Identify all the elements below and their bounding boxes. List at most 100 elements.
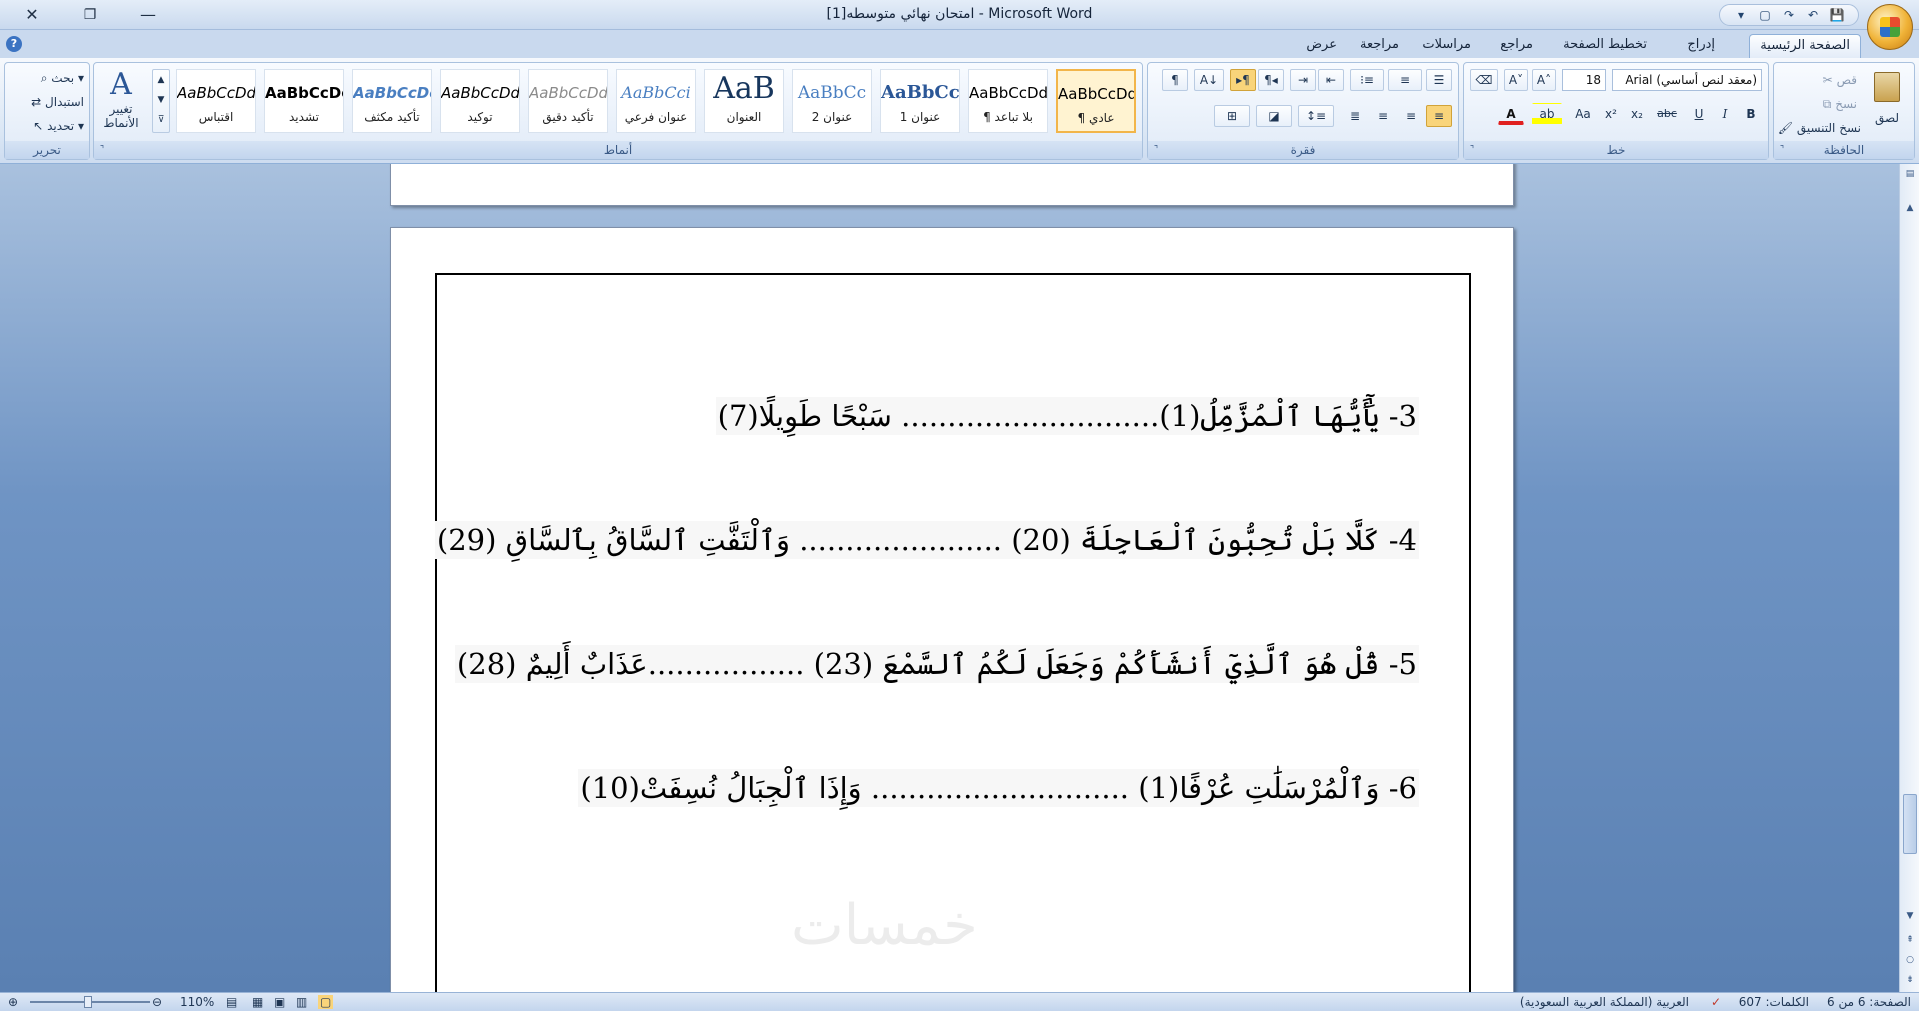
italic-button[interactable]: I xyxy=(1714,103,1736,125)
cut-icon: ✂ xyxy=(1822,73,1833,87)
align-left-button[interactable]: ≡ xyxy=(1370,105,1396,127)
document-line-3[interactable]: 3- يَٰٓأَيُّهَا ٱلْمُزَّمِّلُ(1)........… xyxy=(715,397,1419,435)
scroll-down-arrow-icon[interactable]: ▼ xyxy=(1900,908,1919,924)
proofing-icon[interactable]: ✓ xyxy=(1711,995,1721,1009)
style-subtitle[interactable]: AaBbCci عنوان فرعي xyxy=(616,69,696,133)
borders-button[interactable]: ⊞ xyxy=(1214,105,1250,127)
bold-button[interactable]: B xyxy=(1740,103,1762,125)
web-layout-icon[interactable]: ▣ xyxy=(274,995,285,1009)
word-count[interactable]: الكلمات: 607 xyxy=(1739,995,1809,1009)
font-size-combo[interactable]: 18 xyxy=(1562,69,1606,91)
find-button[interactable]: ⌕ بحث ▾ xyxy=(9,67,85,89)
new-document-icon[interactable]: ▢ xyxy=(1754,6,1776,24)
page-count[interactable]: الصفحة: 6 من 6 xyxy=(1827,995,1911,1009)
align-center-button[interactable]: ≡ xyxy=(1398,105,1424,127)
qat-more-icon[interactable]: ▾ xyxy=(1730,6,1752,24)
clear-formatting-button[interactable]: ⌫ xyxy=(1470,69,1498,91)
scroll-thumb[interactable] xyxy=(1903,794,1917,854)
page[interactable]: 3- يَٰٓأَيُّهَا ٱلْمُزَّمِّلُ(1)........… xyxy=(390,227,1514,992)
copy-button[interactable]: ⧉ نسخ xyxy=(1780,93,1858,115)
paste-button[interactable]: لصق xyxy=(1866,69,1908,131)
style-subtle-emphasis[interactable]: AaBbCcDd تأكيد دقيق xyxy=(528,69,608,133)
change-styles-button[interactable]: A تغيير الأنماط xyxy=(96,67,146,141)
justify-button[interactable]: ≣ xyxy=(1342,105,1368,127)
document-line-5[interactable]: 5- قُلْ هُوَ ٱلَّذِيٓ أَنشَأَكُمْ وَجَعَ… xyxy=(454,645,1419,683)
select-button[interactable]: ↖ تحديد ▾ xyxy=(9,115,85,137)
style-normal[interactable]: AaBbCcDd ¶ عادي xyxy=(1056,69,1136,133)
document-area[interactable]: 3- يَٰٓأَيُّهَا ٱلْمُزَّمِّلُ(1)........… xyxy=(0,164,1899,992)
outline-view-icon[interactable]: ▦ xyxy=(252,995,263,1009)
help-icon[interactable]: ? xyxy=(6,36,22,52)
undo-icon[interactable]: ↶ xyxy=(1802,6,1824,24)
zoom-slider-thumb[interactable] xyxy=(84,996,92,1008)
superscript-button[interactable]: x² xyxy=(1600,103,1622,125)
font-name-combo[interactable]: Arial (معقد لنص أساسي) xyxy=(1612,69,1762,91)
window-title: امتحان نهائي متوسطه[1] - Microsoft Word xyxy=(826,6,1093,22)
shrink-font-button[interactable]: A˅ xyxy=(1504,69,1528,91)
scroll-up-arrow-icon[interactable]: ▲ xyxy=(1900,200,1919,216)
increase-indent-button[interactable]: ⇥ xyxy=(1290,69,1316,91)
change-case-button[interactable]: Aa xyxy=(1570,103,1596,125)
style-quote[interactable]: AaBbCcDd اقتباس xyxy=(176,69,256,133)
save-icon[interactable]: 💾 xyxy=(1826,6,1848,24)
line-spacing-button[interactable]: ↕≡ xyxy=(1298,105,1334,127)
document-line-6[interactable]: 6- وَٱلْمُرْسَلَٰتِ عُرْفًا(1) .........… xyxy=(578,769,1419,807)
full-screen-reading-icon[interactable]: ▥ xyxy=(296,995,307,1009)
print-layout-icon[interactable]: ▢ xyxy=(318,995,334,1009)
bullets-button[interactable]: ⁝≡ xyxy=(1350,69,1384,91)
numbering-button[interactable]: ≡ xyxy=(1388,69,1422,91)
office-button[interactable] xyxy=(1867,4,1913,50)
pilcrow-icon: ¶ xyxy=(1171,73,1179,87)
document-line-4[interactable]: 4- كَلَّا بَلْ تُحِبُّونَ ٱلْعَاجِلَةَ (… xyxy=(434,521,1419,559)
rtl-direction-button[interactable]: ¶◂ xyxy=(1258,69,1284,91)
tab-insert[interactable]: إدراج xyxy=(1677,34,1725,58)
font-dialog-launcher-icon[interactable]: ⌝ xyxy=(1466,144,1478,156)
style-heading-2[interactable]: AaBbCc عنوان 2 xyxy=(792,69,872,133)
decrease-indent-button[interactable]: ⇤ xyxy=(1318,69,1344,91)
zoom-out-icon[interactable]: ⊖ xyxy=(152,995,162,1009)
format-painter-button[interactable]: 🖌 نسخ التنسيق xyxy=(1774,117,1862,139)
styles-gallery-scroll[interactable]: ▲ ▼ ⊽ xyxy=(152,69,170,133)
language[interactable]: العربية (المملكة العربية السعودية) xyxy=(1520,995,1689,1009)
align-right-button[interactable]: ≡ xyxy=(1426,105,1452,127)
tab-home[interactable]: الصفحة الرئيسية xyxy=(1749,34,1861,58)
subscript-button[interactable]: x₂ xyxy=(1626,103,1648,125)
styles-dialog-launcher-icon[interactable]: ⌝ xyxy=(96,144,108,156)
paragraph-dialog-launcher-icon[interactable]: ⌝ xyxy=(1150,144,1162,156)
tab-review[interactable]: مراجعة xyxy=(1350,34,1409,58)
tab-page-layout[interactable]: تخطيط الصفحة xyxy=(1553,34,1657,58)
multilevel-list-button[interactable]: ☰ xyxy=(1426,69,1452,91)
redo-icon[interactable]: ↷ xyxy=(1778,6,1800,24)
grow-font-button[interactable]: A˄ xyxy=(1532,69,1556,91)
tab-mailings[interactable]: مراسلات xyxy=(1412,34,1481,58)
cut-button[interactable]: ✂ قص xyxy=(1780,69,1858,91)
style-no-spacing[interactable]: AaBbCcDd ¶ بلا تباعد xyxy=(968,69,1048,133)
next-page-icon[interactable]: ⇟ xyxy=(1900,972,1919,988)
style-title[interactable]: AaB العنوان xyxy=(704,69,784,133)
align-left-icon: ≡ xyxy=(1377,109,1389,123)
browse-object-icon[interactable]: ○ xyxy=(1900,952,1919,968)
underline-button[interactable]: U xyxy=(1688,103,1710,125)
draft-view-icon[interactable]: ▤ xyxy=(226,995,237,1009)
vertical-scrollbar[interactable]: ▤ ▲ ▼ ⇞ ○ ⇟ xyxy=(1899,164,1919,992)
style-emphasis[interactable]: AaBbCcDd توكيد xyxy=(440,69,520,133)
zoom-level[interactable]: 110% xyxy=(180,995,214,1009)
tab-view[interactable]: عرض xyxy=(1296,34,1347,58)
style-heading-1[interactable]: AaBbCc عنوان 1 xyxy=(880,69,960,133)
shading-button[interactable]: ◪ xyxy=(1256,105,1292,127)
style-intense-emphasis[interactable]: AaBbCcDc تأكيد مكثف xyxy=(352,69,432,133)
strikethrough-button[interactable]: abc xyxy=(1652,103,1682,125)
tab-references[interactable]: مراجع xyxy=(1490,34,1543,58)
replace-button[interactable]: ⇄ استبدال xyxy=(9,91,85,113)
clipboard-dialog-launcher-icon[interactable]: ⌝ xyxy=(1776,144,1788,156)
style-strong[interactable]: AaBbCcDc تشديد xyxy=(264,69,344,133)
zoom-in-icon[interactable]: ⊕ xyxy=(8,995,18,1009)
ruler-toggle-icon[interactable]: ▤ xyxy=(1900,166,1919,182)
previous-page-icon[interactable]: ⇞ xyxy=(1900,932,1919,948)
show-formatting-button[interactable]: ¶ xyxy=(1162,69,1188,91)
ltr-direction-button[interactable]: ▸¶ xyxy=(1230,69,1256,91)
font-color-button[interactable]: A xyxy=(1498,103,1524,125)
sort-button[interactable]: A↓ xyxy=(1194,69,1224,91)
highlight-button[interactable]: ab xyxy=(1532,103,1562,125)
watermark: خمسات xyxy=(791,893,978,958)
